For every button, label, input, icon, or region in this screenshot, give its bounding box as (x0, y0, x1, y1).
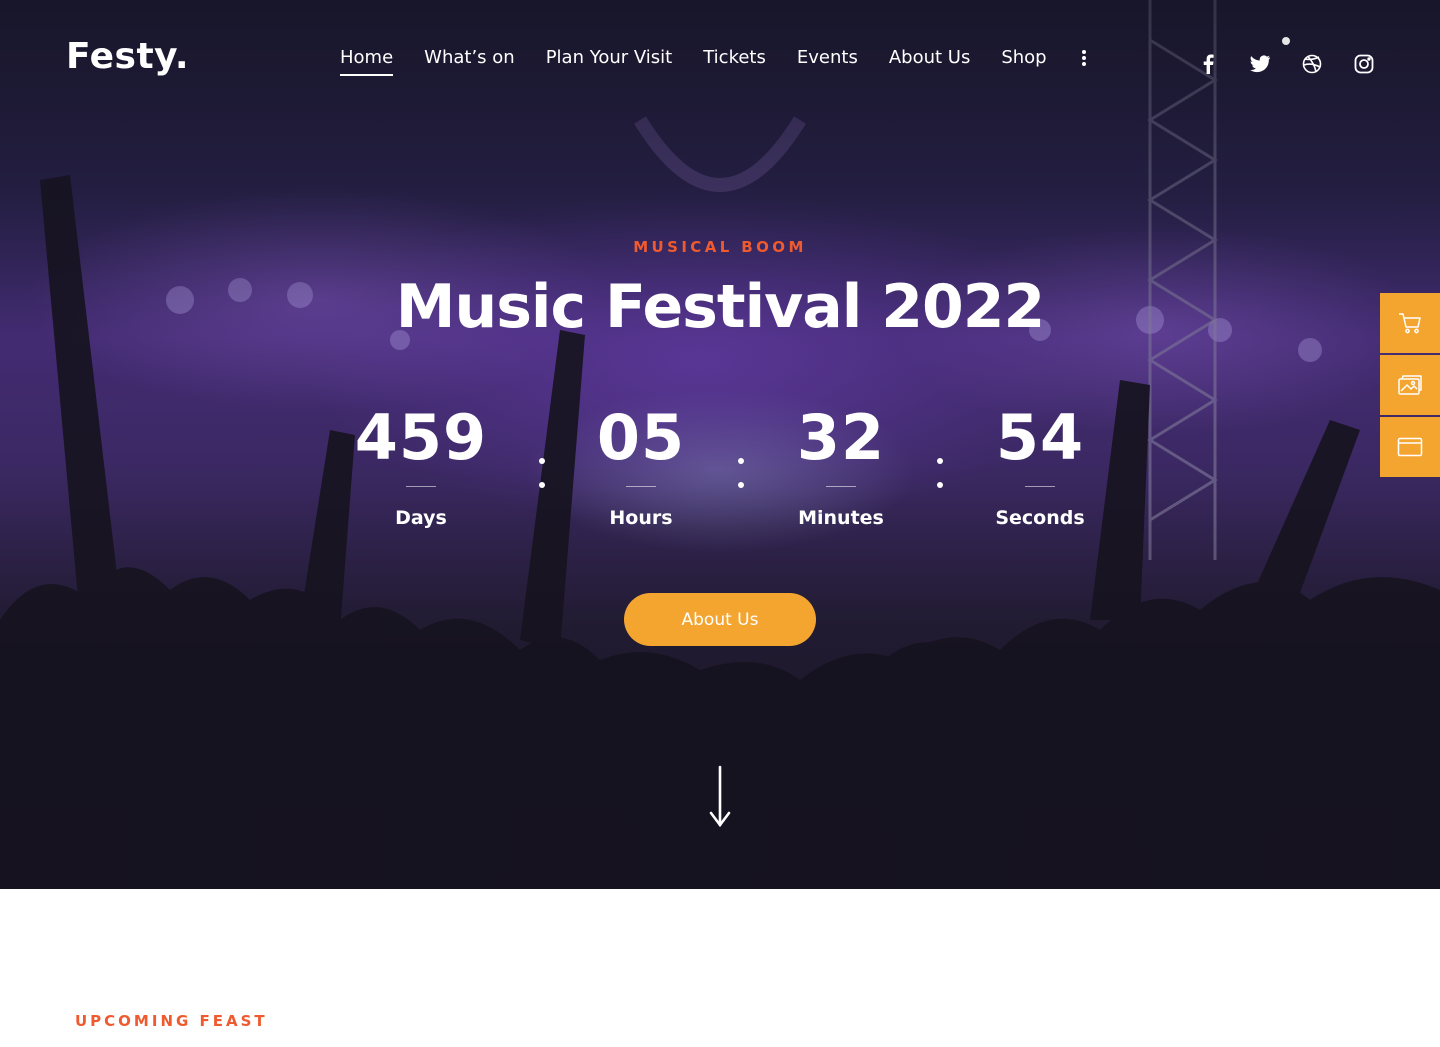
nav-item-home[interactable]: Home (340, 47, 394, 76)
arrow-down-icon[interactable] (705, 765, 735, 829)
countdown-days: 459 Days (321, 398, 521, 529)
countdown-days-label: Days (395, 507, 447, 529)
countdown-minutes: 32 Minutes (741, 398, 941, 529)
brand-logo[interactable]: Festy. (66, 36, 189, 77)
gallery-icon[interactable] (1380, 355, 1440, 415)
countdown-hours-value: 05 (596, 401, 686, 474)
countdown-divider (826, 486, 856, 487)
nav-item-plan-your-visit[interactable]: Plan Your Visit (546, 47, 673, 74)
vertical-dots-icon[interactable] (1078, 48, 1090, 68)
countdown-divider (626, 486, 656, 487)
hero-eyebrow: MUSICAL BOOM (633, 238, 807, 256)
section-eyebrow: UPCOMING FEAST (75, 1012, 268, 1030)
countdown-hours: 05 Hours (541, 398, 741, 529)
main-nav: Home What’s on Plan Your Visit Tickets E… (340, 47, 1090, 76)
instagram-icon[interactable] (1352, 52, 1376, 76)
nav-item-whats-on[interactable]: What’s on (424, 47, 515, 74)
facebook-icon[interactable] (1196, 52, 1220, 76)
dribbble-icon[interactable] (1300, 52, 1324, 76)
countdown-seconds: 54 Seconds (940, 398, 1140, 529)
nav-item-about-us[interactable]: About Us (889, 47, 971, 74)
countdown-seconds-label: Seconds (995, 507, 1085, 529)
countdown-minutes-label: Minutes (798, 507, 884, 529)
cart-icon[interactable] (1380, 293, 1440, 353)
notification-dot (1282, 37, 1290, 45)
countdown-minutes-value: 32 (796, 401, 886, 474)
side-dock (1380, 293, 1440, 479)
countdown-divider (406, 486, 436, 487)
countdown-hours-label: Hours (609, 507, 673, 529)
countdown-seconds-value: 54 (995, 401, 1085, 474)
nav-item-shop[interactable]: Shop (1001, 47, 1046, 74)
countdown-days-value: 459 (354, 401, 488, 474)
about-us-button[interactable]: About Us (624, 593, 816, 646)
nav-item-tickets[interactable]: Tickets (703, 47, 766, 74)
hero-title: Music Festival 2022 (395, 272, 1045, 342)
countdown-divider (1025, 486, 1055, 487)
twitter-icon[interactable] (1248, 52, 1272, 76)
browser-window-icon[interactable] (1380, 417, 1440, 477)
nav-item-events[interactable]: Events (797, 47, 858, 74)
